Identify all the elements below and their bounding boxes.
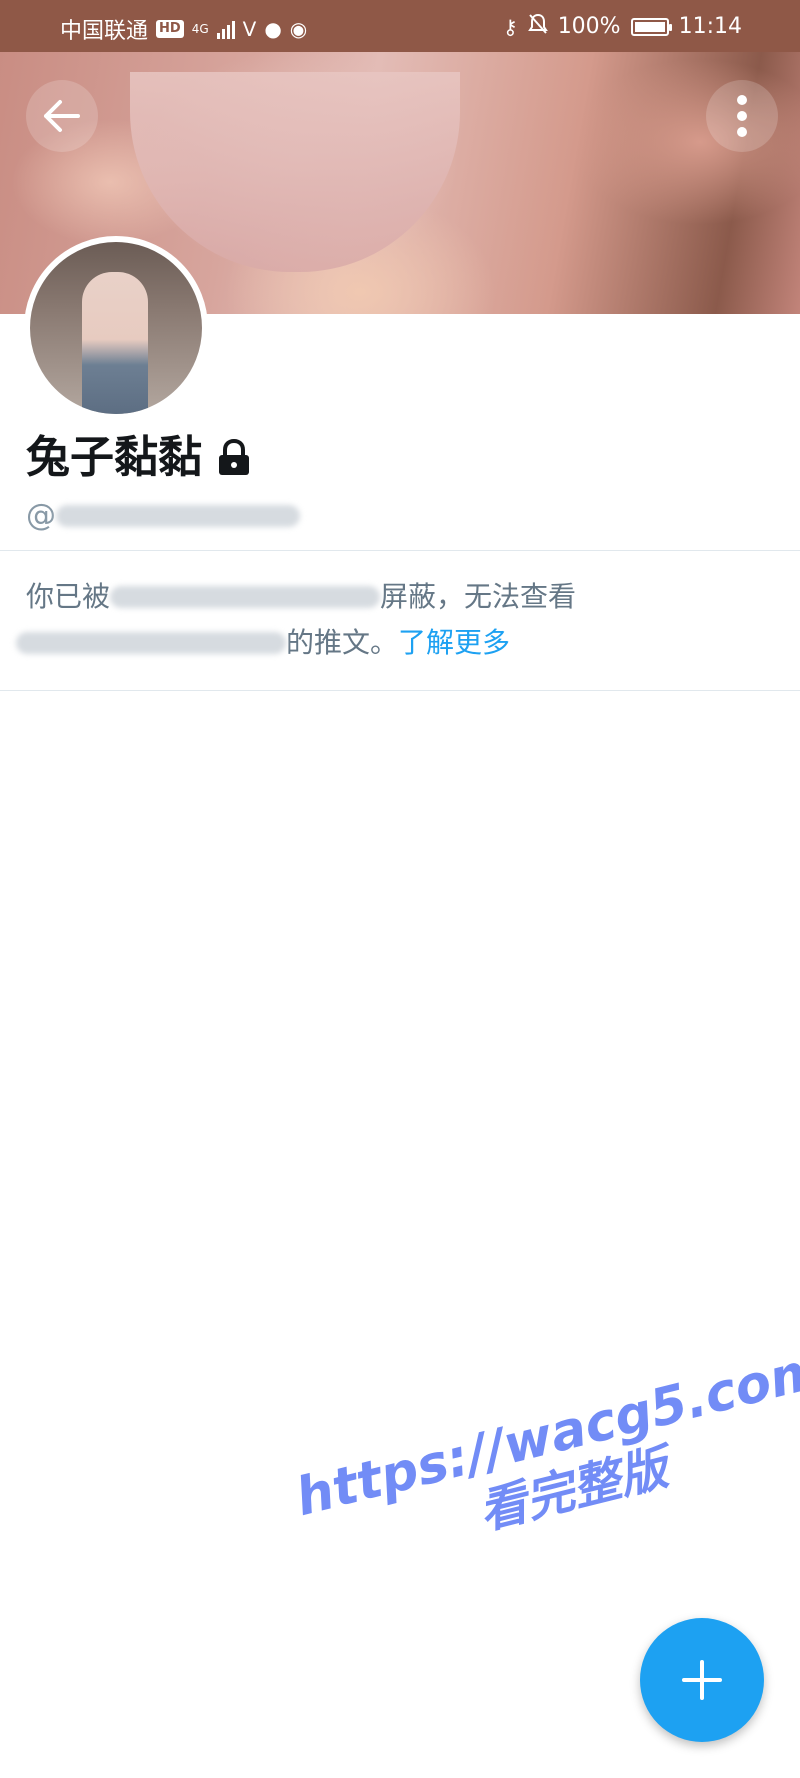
avatar[interactable] <box>24 236 208 420</box>
blocked-notice: 你已被 屏蔽，无法查看 的推文。 了解更多 <box>16 574 776 666</box>
key-icon: ⚷ <box>503 14 518 39</box>
display-name: 兔子黏黏 <box>26 432 202 483</box>
divider-bottom <box>0 690 800 691</box>
more-vertical-icon <box>737 95 747 137</box>
lock-icon <box>219 439 249 475</box>
qq-icon: ● <box>264 17 282 41</box>
hd-badge: HD <box>156 20 184 38</box>
back-button[interactable] <box>26 80 98 152</box>
watermark: https://wacg5.com 看完整版 <box>290 1339 800 1582</box>
banner-image <box>130 72 460 272</box>
avatar-image <box>82 272 148 414</box>
blocker-handle-redacted <box>110 586 381 608</box>
blocked-text-prefix: 你已被 <box>26 580 111 613</box>
more-options-button[interactable] <box>706 80 778 152</box>
carrier-label: 中国联通 <box>60 19 149 44</box>
app-icon: ◉ <box>289 17 308 41</box>
status-bar: 中国联通 HD 4G ᐯ ● ◉ ⚷ 100% 11:14 <box>0 0 800 52</box>
network-label: 4G <box>191 22 209 36</box>
blocked-text-suffix: 屏蔽，无法查看 <box>380 580 577 613</box>
handle-prefix: @ <box>26 498 56 533</box>
plus-icon <box>682 1660 722 1700</box>
signal-icon <box>216 19 235 39</box>
divider-top <box>0 550 800 551</box>
battery-percent: 100% <box>557 14 621 39</box>
compose-fab[interactable] <box>640 1618 764 1742</box>
clock: 11:14 <box>678 14 742 39</box>
battery-icon <box>630 17 672 36</box>
handle-redacted <box>56 504 300 527</box>
profile-name-row: 兔子黏黏 <box>26 432 252 484</box>
v-icon: ᐯ <box>242 17 257 41</box>
learn-more-link[interactable]: 了解更多 <box>398 620 510 666</box>
arrow-left-icon <box>44 100 80 132</box>
blocked-text-line2: 的推文。 <box>286 626 399 659</box>
profile-handle: @ <box>26 498 300 533</box>
blocked-handle-redacted <box>16 632 286 654</box>
bell-off-icon <box>527 13 548 40</box>
